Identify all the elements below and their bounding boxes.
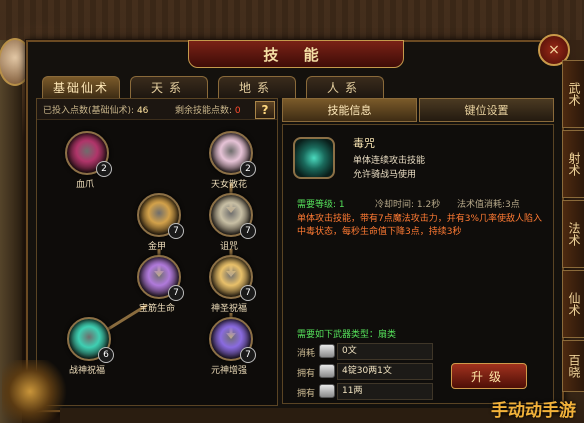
required-level: 需要等级: 1 <box>297 200 345 210</box>
help-button[interactable]: ? <box>255 101 275 119</box>
skill-level-badge: 7 <box>168 285 184 301</box>
skill-node-heavenly-flowers[interactable]: 2 <box>209 131 256 177</box>
skill-detail-panel: 技能信息 键位设置 毒咒 单体连续攻击技能 允许骑战马使用 需要等级: 1 冷却… <box>282 98 554 404</box>
skill-name-label: 神圣祝福 <box>210 304 247 314</box>
tab-human[interactable]: 人系 <box>306 76 384 98</box>
tab-basic-immortal[interactable]: 基础仙术 <box>42 76 120 98</box>
bottom-chat-bar <box>60 408 500 423</box>
skill-level-badge: 7 <box>168 223 184 239</box>
skill-level-badge: 6 <box>98 347 114 363</box>
skill-tree-panel: 已投入点数(基础仙术): 46 剩余技能点数: 0 ? 2 血爪 2 天女散花 … <box>36 98 278 406</box>
skill-name-label: 诅咒 <box>219 242 238 252</box>
skill-node-spirit-boost[interactable]: 7 <box>209 317 256 363</box>
side-tab-magic[interactable]: 法术 <box>562 200 584 268</box>
silver-ingot-icon <box>319 384 335 398</box>
remaining-points: 剩余技能点数: 0 <box>175 106 241 116</box>
tab-keybind-settings[interactable]: 键位设置 <box>419 98 554 122</box>
category-tabs: 基础仙术 天系 地系 人系 <box>42 76 384 98</box>
skill-detail: 毒咒 单体连续攻击技能 允许骑战马使用 需要等级: 1 冷却时间: 1.2秒 法… <box>282 124 554 404</box>
skill-level-badge: 7 <box>240 347 256 363</box>
tab-earth[interactable]: 地系 <box>218 76 296 98</box>
skill-node-holy-blessing[interactable]: 7 <box>209 255 256 301</box>
scene-top-border <box>0 0 584 40</box>
skill-name-label: 天女散花 <box>210 180 247 190</box>
tab-heaven[interactable]: 天系 <box>130 76 208 98</box>
skill-level-badge: 7 <box>240 223 256 239</box>
close-icon: × <box>548 42 560 58</box>
detail-tabs: 技能信息 键位设置 <box>282 98 554 122</box>
skill-name-label: 元神增强 <box>210 366 247 376</box>
skill-node-precious-life[interactable]: 7 <box>137 255 184 301</box>
game-logo <box>2 360 72 423</box>
skill-node-curse[interactable]: 7 <box>209 193 256 239</box>
skill-name-label: 血爪 <box>75 180 94 190</box>
cost-row-consume: 消耗 0文 <box>297 343 437 360</box>
site-watermark: 手动动手游 <box>491 401 576 421</box>
skill-level-badge: 7 <box>240 285 256 301</box>
weapon-requirement: 需要如下武器类型：扇类 <box>297 330 397 340</box>
skill-title: 毒咒 <box>353 137 375 150</box>
cooldown: 冷却时间: 1.2秒 <box>375 200 441 210</box>
window-title: 技 能 <box>263 45 329 64</box>
skill-window: 技 能 × 基础仙术 天系 地系 人系 已投入点数(基础仙术): 46 剩余技能… <box>26 34 570 412</box>
skill-level-badge: 2 <box>240 161 256 177</box>
side-tab-baixiao[interactable]: 百晓 <box>562 340 584 392</box>
skill-description-line: 单体连续攻击技能 <box>353 156 426 166</box>
skill-description-line: 允许骑战马使用 <box>353 170 417 180</box>
skill-tree: 2 血爪 2 天女散花 7 金甲 7 诅咒 7 宝筋生命 7 神圣祝福 6 战神… <box>37 119 277 405</box>
poison-curse-skill-icon <box>293 137 335 179</box>
skill-level-badge: 2 <box>96 161 112 177</box>
silver-ingot-icon <box>319 344 335 358</box>
tab-skill-info[interactable]: 技能信息 <box>282 98 417 122</box>
used-points: 已投入点数(基础仙术): 46 <box>43 106 149 116</box>
side-tab-martial[interactable]: 武术 <box>562 60 584 128</box>
skill-name-label: 金甲 <box>147 242 166 252</box>
window-title-bar: 技 能 <box>188 40 404 68</box>
skill-node-golden-armor[interactable]: 7 <box>137 193 184 239</box>
skill-node-war-god-blessing[interactable]: 6 <box>67 317 114 363</box>
mana-cost: 法术值消耗:3点 <box>457 200 520 210</box>
side-tab-archery[interactable]: 射术 <box>562 130 584 198</box>
silver-ingot-icon <box>319 364 335 378</box>
points-summary: 已投入点数(基础仙术): 46 剩余技能点数: 0 ? <box>37 99 277 120</box>
skill-effect-text: 单体攻击技能，带有7点魔法攻击力，并有3%几率使敌人陷入中毒状态，每秒生命值下降… <box>297 214 543 237</box>
skill-name-label: 宝筋生命 <box>138 304 175 314</box>
cost-row-owned-bound: 拥有 11两 <box>297 383 437 400</box>
upgrade-button[interactable]: 升级 <box>451 363 527 389</box>
question-icon: ? <box>261 103 269 117</box>
side-tab-immortal[interactable]: 仙术 <box>562 270 584 338</box>
cost-row-owned: 拥有 4锭30两1文 <box>297 363 437 380</box>
skill-node-blood-claw[interactable]: 2 <box>65 131 112 177</box>
